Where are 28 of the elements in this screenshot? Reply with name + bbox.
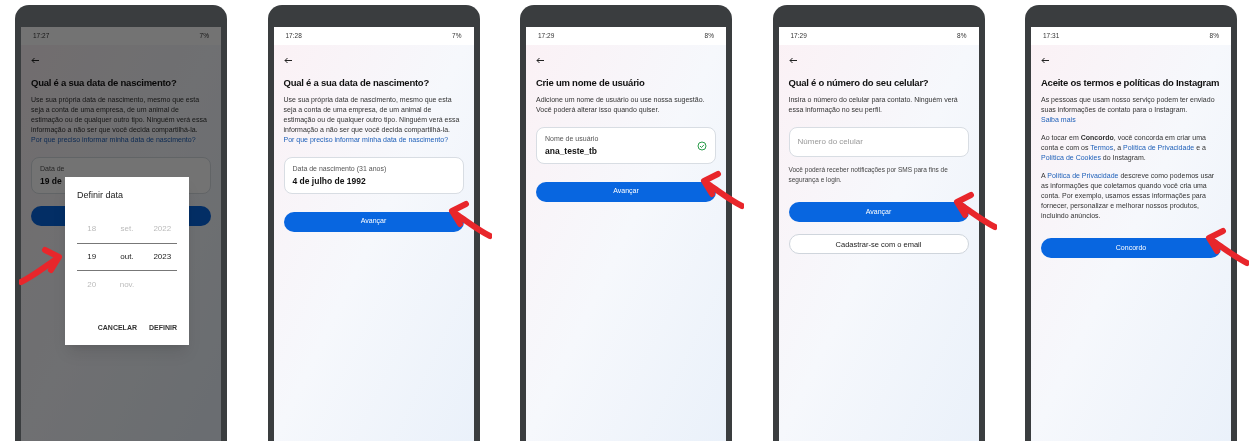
- screen-title: Qual é a sua data de nascimento?: [31, 76, 178, 89]
- screen-title: Qual é o número do seu celular?: [788, 76, 930, 89]
- month-value: nov.: [118, 278, 136, 291]
- check-circle-icon: [697, 140, 707, 151]
- year-value: 2022: [152, 222, 173, 235]
- back-arrow-icon[interactable]: [283, 57, 293, 64]
- pointer-arrow: [19, 245, 63, 286]
- year-value: 2023: [152, 250, 173, 263]
- pointer-arrow: [447, 200, 492, 241]
- pointer-arrow: [700, 170, 744, 211]
- month-value: out.: [119, 250, 135, 263]
- screen-title: Crie um nome de usuário: [536, 76, 646, 89]
- back-arrow-icon[interactable]: [536, 57, 545, 64]
- screen-title: Qual é a sua data de nascimento?: [283, 76, 430, 89]
- day-value: 18: [86, 222, 98, 235]
- picker-row[interactable]: 19 out. 2023: [77, 242, 177, 271]
- pointer-arrow: [1205, 227, 1249, 267]
- day-value: 19: [86, 250, 98, 263]
- pointer-arrow: [952, 190, 997, 231]
- back-arrow-icon[interactable]: [1041, 57, 1050, 64]
- field-placeholder: Número do celular: [797, 136, 863, 148]
- month-value: set.: [119, 222, 135, 235]
- back-arrow-icon[interactable]: [788, 57, 798, 64]
- field-value: 4 de julho de 1992: [292, 174, 366, 188]
- field-value: 19 de: [40, 174, 62, 188]
- field-value: ana_teste_tb: [545, 144, 597, 158]
- screen-title: Aceite os termos e políticas do Instagram: [1041, 76, 1221, 89]
- day-value: 20: [86, 278, 98, 291]
